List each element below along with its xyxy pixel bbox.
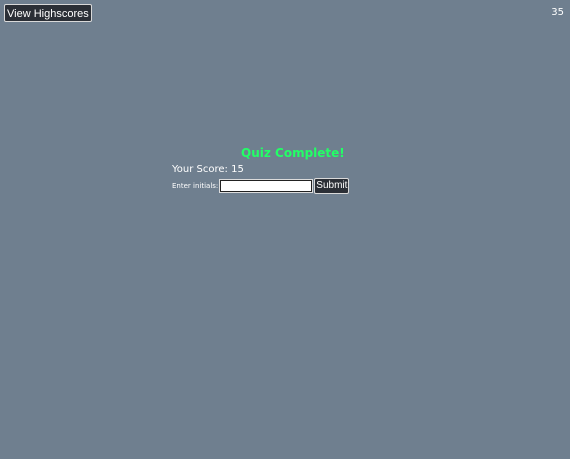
submit-button[interactable]: Submit xyxy=(314,178,350,194)
view-highscores-button[interactable]: View Highscores xyxy=(4,4,92,22)
quiz-complete-title: Quiz Complete! xyxy=(241,146,345,160)
score-line: Your Score: 15 xyxy=(172,164,244,175)
initials-input[interactable] xyxy=(219,179,314,193)
initials-label: Enter initials: xyxy=(172,182,219,190)
score-value: 15 xyxy=(231,164,244,175)
timer-display: 35 xyxy=(551,7,564,18)
initials-form: Enter initials: Submit xyxy=(172,178,350,194)
score-label: Your Score: xyxy=(172,164,228,175)
